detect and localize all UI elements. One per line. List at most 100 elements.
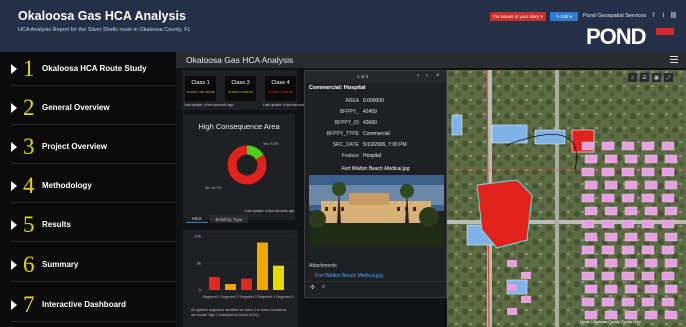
- residential-building: [581, 193, 595, 203]
- bar-segment-2[interactable]: [225, 284, 236, 290]
- residential-building: [601, 167, 615, 177]
- bar-segment-1[interactable]: [209, 277, 220, 290]
- nav-item-project-overview[interactable]: 3 Project Overview: [11, 130, 176, 164]
- residential-building: [624, 284, 638, 294]
- feature-popup: 1 of 4 ‹ › × Commercial: Hospital AREA 0…: [304, 70, 447, 298]
- y-tick-label: 0: [199, 288, 202, 293]
- residential-building: [644, 310, 658, 320]
- residential-building: [664, 284, 678, 294]
- residential-building: [604, 284, 618, 294]
- residential-building: [584, 284, 598, 294]
- app-subtitle: HCA Analysis Report for the Silver Shell…: [18, 27, 191, 33]
- bar-segment-3[interactable]: [241, 278, 252, 290]
- edit-button[interactable]: ✎ Edit ▾: [550, 12, 578, 21]
- residential-building: [644, 180, 658, 190]
- twitter-icon[interactable]: t: [660, 12, 667, 19]
- attr-key: Feature: [341, 153, 359, 159]
- pond-logo: POND: [586, 25, 674, 47]
- nav-item-results[interactable]: 5 Results: [11, 208, 176, 242]
- class-3-title: Class 3: [231, 80, 250, 86]
- segment-bar-chart[interactable]: 10k 5k 0Segment 1 Segment 2 Segment 3 Segm…: [183, 230, 298, 308]
- story-page: Okaloosa Gas HCA Analysis HCA Analysis R…: [0, 0, 686, 327]
- nav-number: 6: [23, 252, 35, 277]
- close-icon[interactable]: ×: [436, 73, 440, 79]
- facebook-icon[interactable]: f: [650, 12, 657, 19]
- basemap-icon[interactable]: ▦: [652, 73, 661, 82]
- caret-right-icon: [11, 63, 17, 74]
- nav-item-route-study[interactable]: 1 Okaloosa HCA Route Study: [11, 52, 176, 86]
- attr-value: 43660: [363, 120, 377, 126]
- last-update-text: Last update: a few seconds ago: [184, 103, 234, 107]
- bar-chart-note: All pipeline segments identified as clas…: [191, 308, 287, 317]
- attr-key: SRC_DATE: [332, 142, 359, 148]
- residential-building: [507, 308, 517, 315]
- dashboard-header: Okaloosa Gas HCA Analysis: [176, 52, 686, 68]
- class-4-card[interactable]: Class 4 CLASS 4 STATUS: [265, 76, 296, 101]
- nav-item-methodology[interactable]: 4 Methodology: [11, 169, 176, 203]
- residential-building: [601, 271, 615, 281]
- class-1-card[interactable]: Class 1 CLASS 1 NO VALUE: [185, 76, 216, 101]
- brand-name[interactable]: Pond Geospatial Services: [583, 13, 646, 19]
- residential-building: [621, 167, 635, 177]
- residential-building: [584, 180, 598, 190]
- residential-building: [664, 310, 678, 320]
- caret-right-icon: [11, 219, 17, 230]
- tab-hca[interactable]: HCA: [186, 215, 208, 223]
- attachments-label: Attachments: [309, 263, 337, 269]
- residential-building: [581, 271, 595, 281]
- residential-building: [664, 206, 678, 216]
- bar-segment-5[interactable]: [273, 265, 284, 290]
- attr-key: BFPPY_ID: [334, 120, 359, 126]
- donut-label-no: No: 94.7%: [205, 186, 222, 190]
- residential-building: [601, 141, 615, 151]
- nav-label: Results: [42, 220, 71, 229]
- fix-issues-button[interactable]: Fix issues in your story ▾: [490, 12, 546, 21]
- next-icon[interactable]: ›: [426, 73, 428, 79]
- search-icon[interactable]: ⌕: [322, 284, 325, 291]
- nav-item-general-overview[interactable]: 2 General Overview: [11, 91, 176, 125]
- residential-building: [664, 154, 678, 164]
- y-tick-label: 10k: [195, 234, 201, 239]
- nav-label: General Overview: [42, 103, 110, 112]
- nav-item-interactive-dashboard[interactable]: 7 Interactive Dashboard: [11, 288, 176, 322]
- attr-value: Hospital: [363, 153, 382, 159]
- nav-number: 1: [23, 56, 35, 81]
- nav-label: Okaloosa HCA Route Study: [42, 64, 147, 73]
- photo-caption: Fort Walton Beach Medical.jpg: [341, 166, 410, 172]
- last-update-text: Last update: a few seconds ago: [245, 209, 295, 213]
- residential-building: [521, 296, 531, 303]
- link-icon[interactable]: ⛓: [670, 12, 678, 19]
- hca-donut-chart[interactable]: [226, 144, 268, 186]
- x-axis-labels: Segment 1 Segment 2 Segment 3 Segment 4 …: [203, 295, 294, 299]
- residential-building: [624, 180, 638, 190]
- app-title: Okaloosa Gas HCA Analysis: [18, 9, 186, 23]
- zoom-to-icon[interactable]: ✣: [310, 284, 315, 291]
- building-footprint: [451, 114, 463, 136]
- residential-building: [644, 284, 658, 294]
- residential-building: [661, 141, 675, 151]
- residential-building: [661, 167, 675, 177]
- residential-building: [641, 141, 655, 151]
- residential-building: [661, 297, 675, 307]
- nav-number: 7: [23, 292, 35, 317]
- residential-building: [661, 245, 675, 255]
- attachment-link[interactable]: Fort Walton Beach Medical.jpg: [315, 273, 383, 279]
- nav-label: Methodology: [42, 181, 92, 190]
- previous-icon[interactable]: ‹: [417, 73, 419, 79]
- nav-item-summary[interactable]: 6 Summary: [11, 248, 176, 282]
- dashboard-title: Okaloosa Gas HCA Analysis: [186, 55, 294, 65]
- map-toolbar: ⌕ ☰ ▦ ⤢: [628, 73, 673, 83]
- class-3-card[interactable]: Class 3 CLASS 3 STATUS: [225, 76, 256, 101]
- fullscreen-icon[interactable]: ⤢: [664, 73, 673, 82]
- search-icon[interactable]: ⌕: [628, 73, 637, 82]
- residential-building: [644, 154, 658, 164]
- hospital-photo[interactable]: [309, 175, 444, 247]
- menu-icon[interactable]: [670, 56, 678, 63]
- layers-icon[interactable]: ☰: [640, 73, 649, 82]
- bar-segment-4[interactable]: [257, 242, 268, 290]
- map-view[interactable]: [447, 70, 686, 327]
- nav-label: Project Overview: [42, 142, 107, 151]
- residential-building: [621, 297, 635, 307]
- residential-building: [621, 271, 635, 281]
- tab-building-type[interactable]: Building Type: [210, 215, 248, 223]
